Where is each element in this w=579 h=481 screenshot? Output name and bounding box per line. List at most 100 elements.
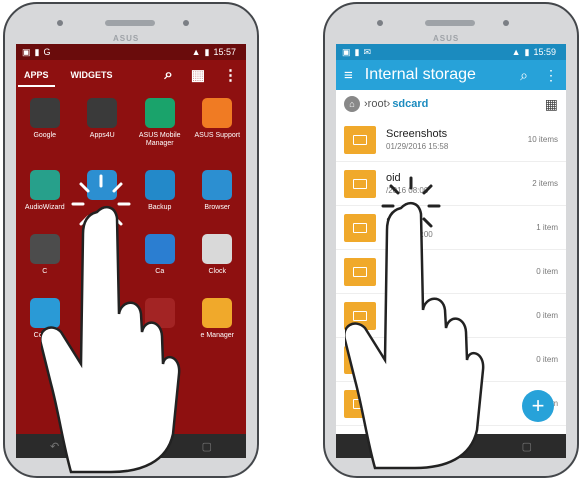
- item-count: 0 item: [536, 267, 558, 276]
- contacts-icon: [29, 298, 60, 328]
- recents-icon[interactable]: ▢: [202, 440, 212, 453]
- app-label: ASUS Mobile Manager: [138, 132, 181, 147]
- front-camera-icon: [503, 20, 509, 26]
- folder-name: oid: [386, 172, 401, 184]
- app-label: ASUS Support: [194, 132, 241, 139]
- folder-name: Screenshots: [386, 128, 448, 140]
- status-time: 15:57: [213, 46, 236, 57]
- app-item[interactable]: C: [16, 234, 74, 276]
- backup-icon: [144, 170, 175, 200]
- app-item[interactable]: AudioWizard: [16, 170, 74, 212]
- notification-icon: ▮: [354, 46, 360, 57]
- list-item[interactable]: 0 item: [336, 338, 566, 382]
- app-item[interactable]: [131, 298, 189, 340]
- hidden-app-icon: [144, 298, 175, 328]
- speaker-grille: [425, 20, 475, 26]
- launcher-tabs: APPS WIDGETS ⌕ ▦ ⋮: [16, 60, 246, 90]
- app-item[interactable]: Backup: [131, 170, 189, 212]
- app-bar: ≡ Internal storage ⌕ ⋮: [336, 60, 566, 90]
- recents-icon[interactable]: ▢: [522, 440, 532, 453]
- home-icon[interactable]: ○: [127, 440, 134, 452]
- browser-icon: [202, 170, 233, 200]
- list-item[interactable]: Screenshots 01/29/2016 15:58 10 items: [336, 118, 566, 162]
- folder-icon: [344, 125, 376, 154]
- app-item[interactable]: [74, 170, 132, 212]
- left-phone: ASUS ▣ ▮ G ▲ ▮ 15:57 APPS WIDGETS ⌕ ▦ ⋮ Goog…: [3, 2, 259, 478]
- tab-widgets[interactable]: WIDGETS: [71, 70, 113, 80]
- folder-name: S: [386, 216, 394, 228]
- sensor-icon: [377, 20, 383, 26]
- folder-date: 1/2016 08:00: [386, 230, 433, 239]
- app-label: e Manager: [200, 332, 234, 339]
- view-toggle-icon[interactable]: ▦: [545, 96, 558, 113]
- right-phone: ASUS ▣ ▮ ✉ ▲ ▮ 15:59 ≡ Internal storage ⌕ ⋮ …: [323, 2, 579, 478]
- file-manager-screen: ▣ ▮ ✉ ▲ ▮ 15:59 ≡ Internal storage ⌕ ⋮ ⌂ › r…: [336, 44, 566, 434]
- status-bar: ▣ ▮ G ▲ ▮ 15:57: [16, 44, 246, 60]
- calculator-icon: [29, 234, 60, 264]
- front-camera-icon: [183, 20, 189, 26]
- mobile-manager-icon: [144, 98, 175, 128]
- app-item[interactable]: ASUS Support: [189, 98, 247, 148]
- status-bar: ▣ ▮ ✉ ▲ ▮ 15:59: [336, 44, 566, 60]
- battery-icon: ▮: [204, 46, 210, 57]
- back-icon[interactable]: ↶: [50, 440, 59, 453]
- tab-apps[interactable]: APPS: [18, 70, 54, 87]
- list-item[interactable]: oid/2016 08:00 2 items: [336, 162, 566, 206]
- app-item[interactable]: e Manager: [189, 298, 247, 340]
- more-icon[interactable]: ⋮: [223, 66, 238, 84]
- status-time: 15:59: [533, 46, 556, 57]
- grid-icon[interactable]: ▦: [191, 66, 205, 84]
- google-folder-icon: [29, 98, 60, 128]
- back-icon[interactable]: ↶: [370, 440, 379, 453]
- item-count: 10 items: [527, 135, 558, 144]
- folder-icon: [344, 345, 376, 374]
- speaker-grille: [105, 20, 155, 26]
- notification-icon: ▣: [342, 46, 351, 57]
- google-icon: G: [43, 46, 51, 57]
- more-icon[interactable]: ⋮: [544, 67, 558, 84]
- menu-icon[interactable]: ≡: [344, 67, 353, 84]
- app-item[interactable]: Ca: [131, 234, 189, 276]
- app-label: Clock: [208, 268, 226, 275]
- app-label: C: [42, 268, 48, 275]
- signal-icon: ▲: [511, 46, 521, 57]
- signal-icon: ▲: [191, 46, 201, 57]
- search-icon[interactable]: ⌕: [520, 67, 528, 84]
- home-icon[interactable]: ⌂: [344, 96, 360, 112]
- notification-icon: ▮: [34, 46, 40, 57]
- item-count: 1 item: [536, 223, 558, 232]
- app-item[interactable]: [74, 234, 132, 276]
- add-button[interactable]: +: [522, 390, 554, 422]
- folder-icon: [344, 257, 376, 286]
- app-item[interactable]: Contac: [16, 298, 74, 340]
- file-manager-app-icon: [87, 170, 118, 200]
- brand-logo: ASUS: [433, 34, 460, 43]
- app-item[interactable]: Browser: [189, 170, 247, 212]
- item-count: 0 item: [536, 355, 558, 364]
- breadcrumb-current[interactable]: sdcard: [392, 98, 428, 110]
- search-icon[interactable]: ⌕: [164, 66, 172, 84]
- audiowizard-icon: [29, 170, 60, 200]
- app-label: Apps4U: [89, 132, 115, 139]
- app-grid: Google Apps4U ASUS Mobile Manager ASUS Supp…: [16, 90, 246, 340]
- app-label: Contac: [33, 332, 56, 339]
- app-label: Backup: [148, 204, 172, 211]
- page-title: Internal storage: [364, 66, 476, 83]
- app-item[interactable]: Apps4U: [74, 98, 132, 148]
- breadcrumb-root[interactable]: root: [368, 98, 387, 110]
- app-item[interactable]: Clock: [189, 234, 247, 276]
- app-item[interactable]: ASUS Mobile Manager: [131, 98, 189, 148]
- folder-icon: [344, 213, 376, 242]
- folder-icon: [344, 389, 376, 418]
- list-item[interactable]: S 1/2016 08:00 1 item: [336, 206, 566, 250]
- list-item[interactable]: 0 item: [336, 250, 566, 294]
- app-item[interactable]: Google: [16, 98, 74, 148]
- folder-date: /2016 08:00: [386, 186, 429, 195]
- sensor-icon: [57, 20, 63, 26]
- home-icon[interactable]: ○: [447, 440, 454, 452]
- brand-logo: ASUS: [113, 34, 140, 43]
- app-label: Google: [33, 132, 57, 139]
- file-list: Screenshots 01/29/2016 15:58 10 items oid/2…: [336, 118, 566, 426]
- list-item[interactable]: 0 item: [336, 294, 566, 338]
- app-item[interactable]: [74, 298, 132, 340]
